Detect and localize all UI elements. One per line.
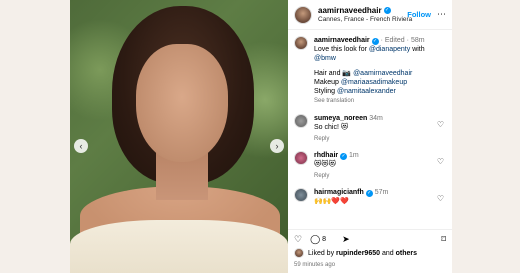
- avatar[interactable]: [294, 188, 308, 202]
- location-link[interactable]: Cannes, France - French Riviera: [318, 16, 412, 23]
- comment-item: rhdhair ✓ 1m 😻😻😻 Reply ♡: [294, 151, 446, 181]
- heart-icon[interactable]: ♡: [294, 234, 302, 245]
- mention-link[interactable]: @bmw: [314, 55, 336, 62]
- comment-icon[interactable]: ◯ 8: [310, 234, 334, 245]
- comments-list[interactable]: aamirnaveedhair ✓ · Edited · 58m Love th…: [288, 30, 452, 229]
- liked-by: Liked by rupinder9650 and others: [294, 248, 446, 258]
- comment-username[interactable]: sumeya_noreen: [314, 115, 367, 122]
- header-text: aamirnaveedhair ✓ Cannes, France - Frenc…: [318, 6, 412, 23]
- reply-button[interactable]: Reply: [314, 172, 446, 181]
- comment-time: 1m: [349, 152, 359, 159]
- comment-time: 34m: [369, 115, 383, 122]
- see-translation-link[interactable]: See translation: [314, 97, 446, 106]
- bookmark-icon[interactable]: ⌑: [441, 234, 446, 245]
- mention-link[interactable]: @aamirnaveedhair: [353, 70, 412, 77]
- caption-username[interactable]: aamirnaveedhair: [314, 37, 370, 44]
- mention-link[interactable]: @dianapenty: [369, 46, 410, 53]
- mention-link[interactable]: @mariaasadimakeup: [341, 79, 407, 86]
- photo-subject-face: [136, 44, 228, 162]
- avatar[interactable]: [294, 5, 312, 24]
- chevron-right-icon[interactable]: ›: [270, 139, 284, 153]
- verified-icon: ✓: [371, 38, 379, 45]
- action-bar: ♡ ◯ 8 ➤ ⌑ Liked by rupinder9650 and other…: [288, 229, 452, 273]
- avatar[interactable]: [294, 151, 308, 165]
- comment-item: hairmagicianfh ✓ 57m 🙌🙌❤️❤️ ♡: [294, 188, 446, 206]
- post-sidebar: aamirnaveedhair ✓ Cannes, France - Frenc…: [288, 0, 452, 273]
- post-modal: ‹ › aamirnaveedhair ✓ Cannes, France - F…: [70, 0, 452, 273]
- comment-username[interactable]: rhdhair: [314, 152, 338, 159]
- post-image[interactable]: ‹ ›: [70, 0, 288, 273]
- comment-text: 🙌🙌❤️❤️: [314, 198, 349, 205]
- liked-others-link[interactable]: others: [396, 250, 417, 257]
- follow-button[interactable]: Follow: [407, 10, 431, 19]
- caption: aamirnaveedhair ✓ · Edited · 58m Love th…: [294, 36, 446, 106]
- chevron-left-icon[interactable]: ‹: [74, 139, 88, 153]
- verified-icon: ✓: [340, 153, 348, 160]
- reply-button[interactable]: Reply: [314, 135, 446, 144]
- comment-text: So chic! 😻: [314, 124, 349, 131]
- liked-user-link[interactable]: rupinder9650: [336, 250, 380, 257]
- comment-username[interactable]: hairmagicianfh: [314, 189, 364, 196]
- heart-icon[interactable]: ♡: [437, 157, 444, 166]
- avatar[interactable]: [294, 248, 304, 258]
- avatar[interactable]: [294, 114, 308, 128]
- mention-link[interactable]: @namitaalexander: [337, 88, 396, 95]
- post-header: aamirnaveedhair ✓ Cannes, France - Frenc…: [288, 0, 452, 30]
- comment-item: sumeya_noreen 34m So chic! 😻 Reply ♡: [294, 114, 446, 144]
- heart-icon[interactable]: ♡: [437, 194, 444, 203]
- verified-icon: ✓: [365, 190, 373, 197]
- share-icon[interactable]: ➤: [342, 234, 350, 245]
- edited-label: Edited: [384, 37, 405, 44]
- header-username[interactable]: aamirnaveedhair ✓: [318, 6, 403, 15]
- caption-time: 58m: [410, 37, 425, 44]
- verified-icon: ✓: [383, 7, 391, 14]
- comment-text: 😻😻😻: [314, 161, 336, 168]
- comment-count: 8: [322, 236, 327, 243]
- more-icon[interactable]: ⋯: [437, 9, 446, 20]
- comment-time: 57m: [374, 189, 389, 196]
- avatar[interactable]: [294, 36, 308, 50]
- heart-icon[interactable]: ♡: [437, 120, 444, 129]
- photo-subject-dress: [70, 220, 288, 273]
- post-timestamp: 59 minutes ago: [294, 262, 336, 268]
